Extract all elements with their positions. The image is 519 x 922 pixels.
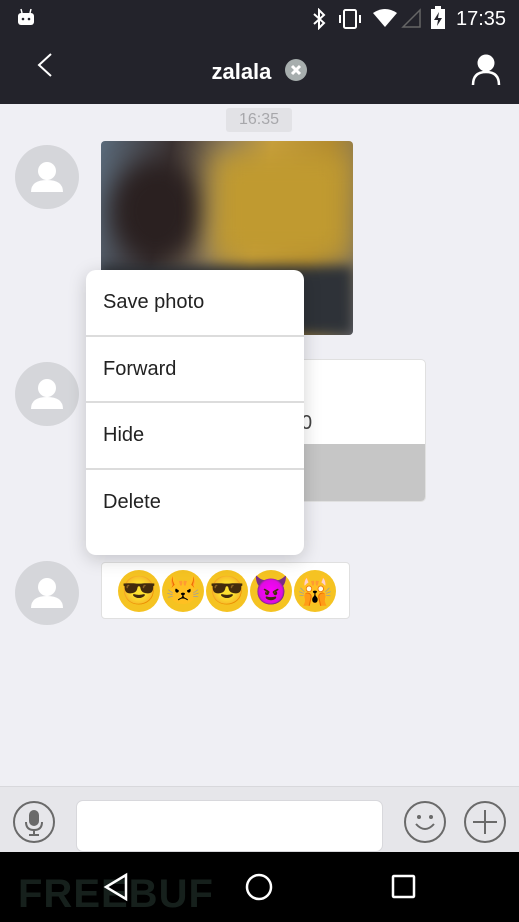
battery-charging-icon [431,6,445,29]
person-icon [31,379,63,409]
input-bar [0,786,519,852]
message-input[interactable] [76,800,383,852]
cell-signal-icon [401,8,421,28]
vibrate-icon [339,9,361,29]
close-circle-icon[interactable] [284,58,308,82]
emoji: 😎 [118,569,160,612]
person-icon [31,578,63,608]
bluetooth-icon [313,8,326,30]
back-triangle-icon[interactable] [102,872,130,902]
avatar[interactable] [15,561,79,625]
timestamp: 16:35 [226,108,292,132]
system-nav-bar: FREEBUF [0,852,519,922]
person-icon[interactable] [470,52,502,86]
chat-title: zalala [0,58,519,85]
home-circle-icon[interactable] [244,872,274,902]
emoji: 🙀 [294,569,336,612]
menu-item-forward[interactable]: Forward [86,337,304,403]
plus-icon[interactable] [464,801,506,843]
menu-item-hide[interactable]: Hide [86,403,304,470]
person-icon [31,162,63,192]
top-bar: zalala [0,38,519,104]
microphone-icon[interactable] [13,801,55,843]
wifi-icon [373,9,397,27]
emoji: 😈 [250,569,292,612]
emoji-message[interactable]: 😎 😾 😎 😈 🙀 [101,562,350,619]
recents-square-icon[interactable] [391,874,417,900]
status-bar: 17:35 [0,0,519,38]
menu-item-save-photo[interactable]: Save photo [86,270,304,337]
android-debug-icon [18,8,34,25]
avatar[interactable] [15,145,79,209]
emoji: 😾 [162,569,204,612]
status-time: 17:35 [456,8,507,30]
menu-item-delete[interactable]: Delete [86,470,304,537]
context-menu: Save photo Forward Hide Delete [86,270,304,555]
avatar[interactable] [15,362,79,426]
smiley-icon[interactable] [404,801,446,843]
contact-name: zalala [211,59,272,84]
card-message[interactable]: 0 [296,359,426,502]
emoji: 😎 [206,569,248,612]
